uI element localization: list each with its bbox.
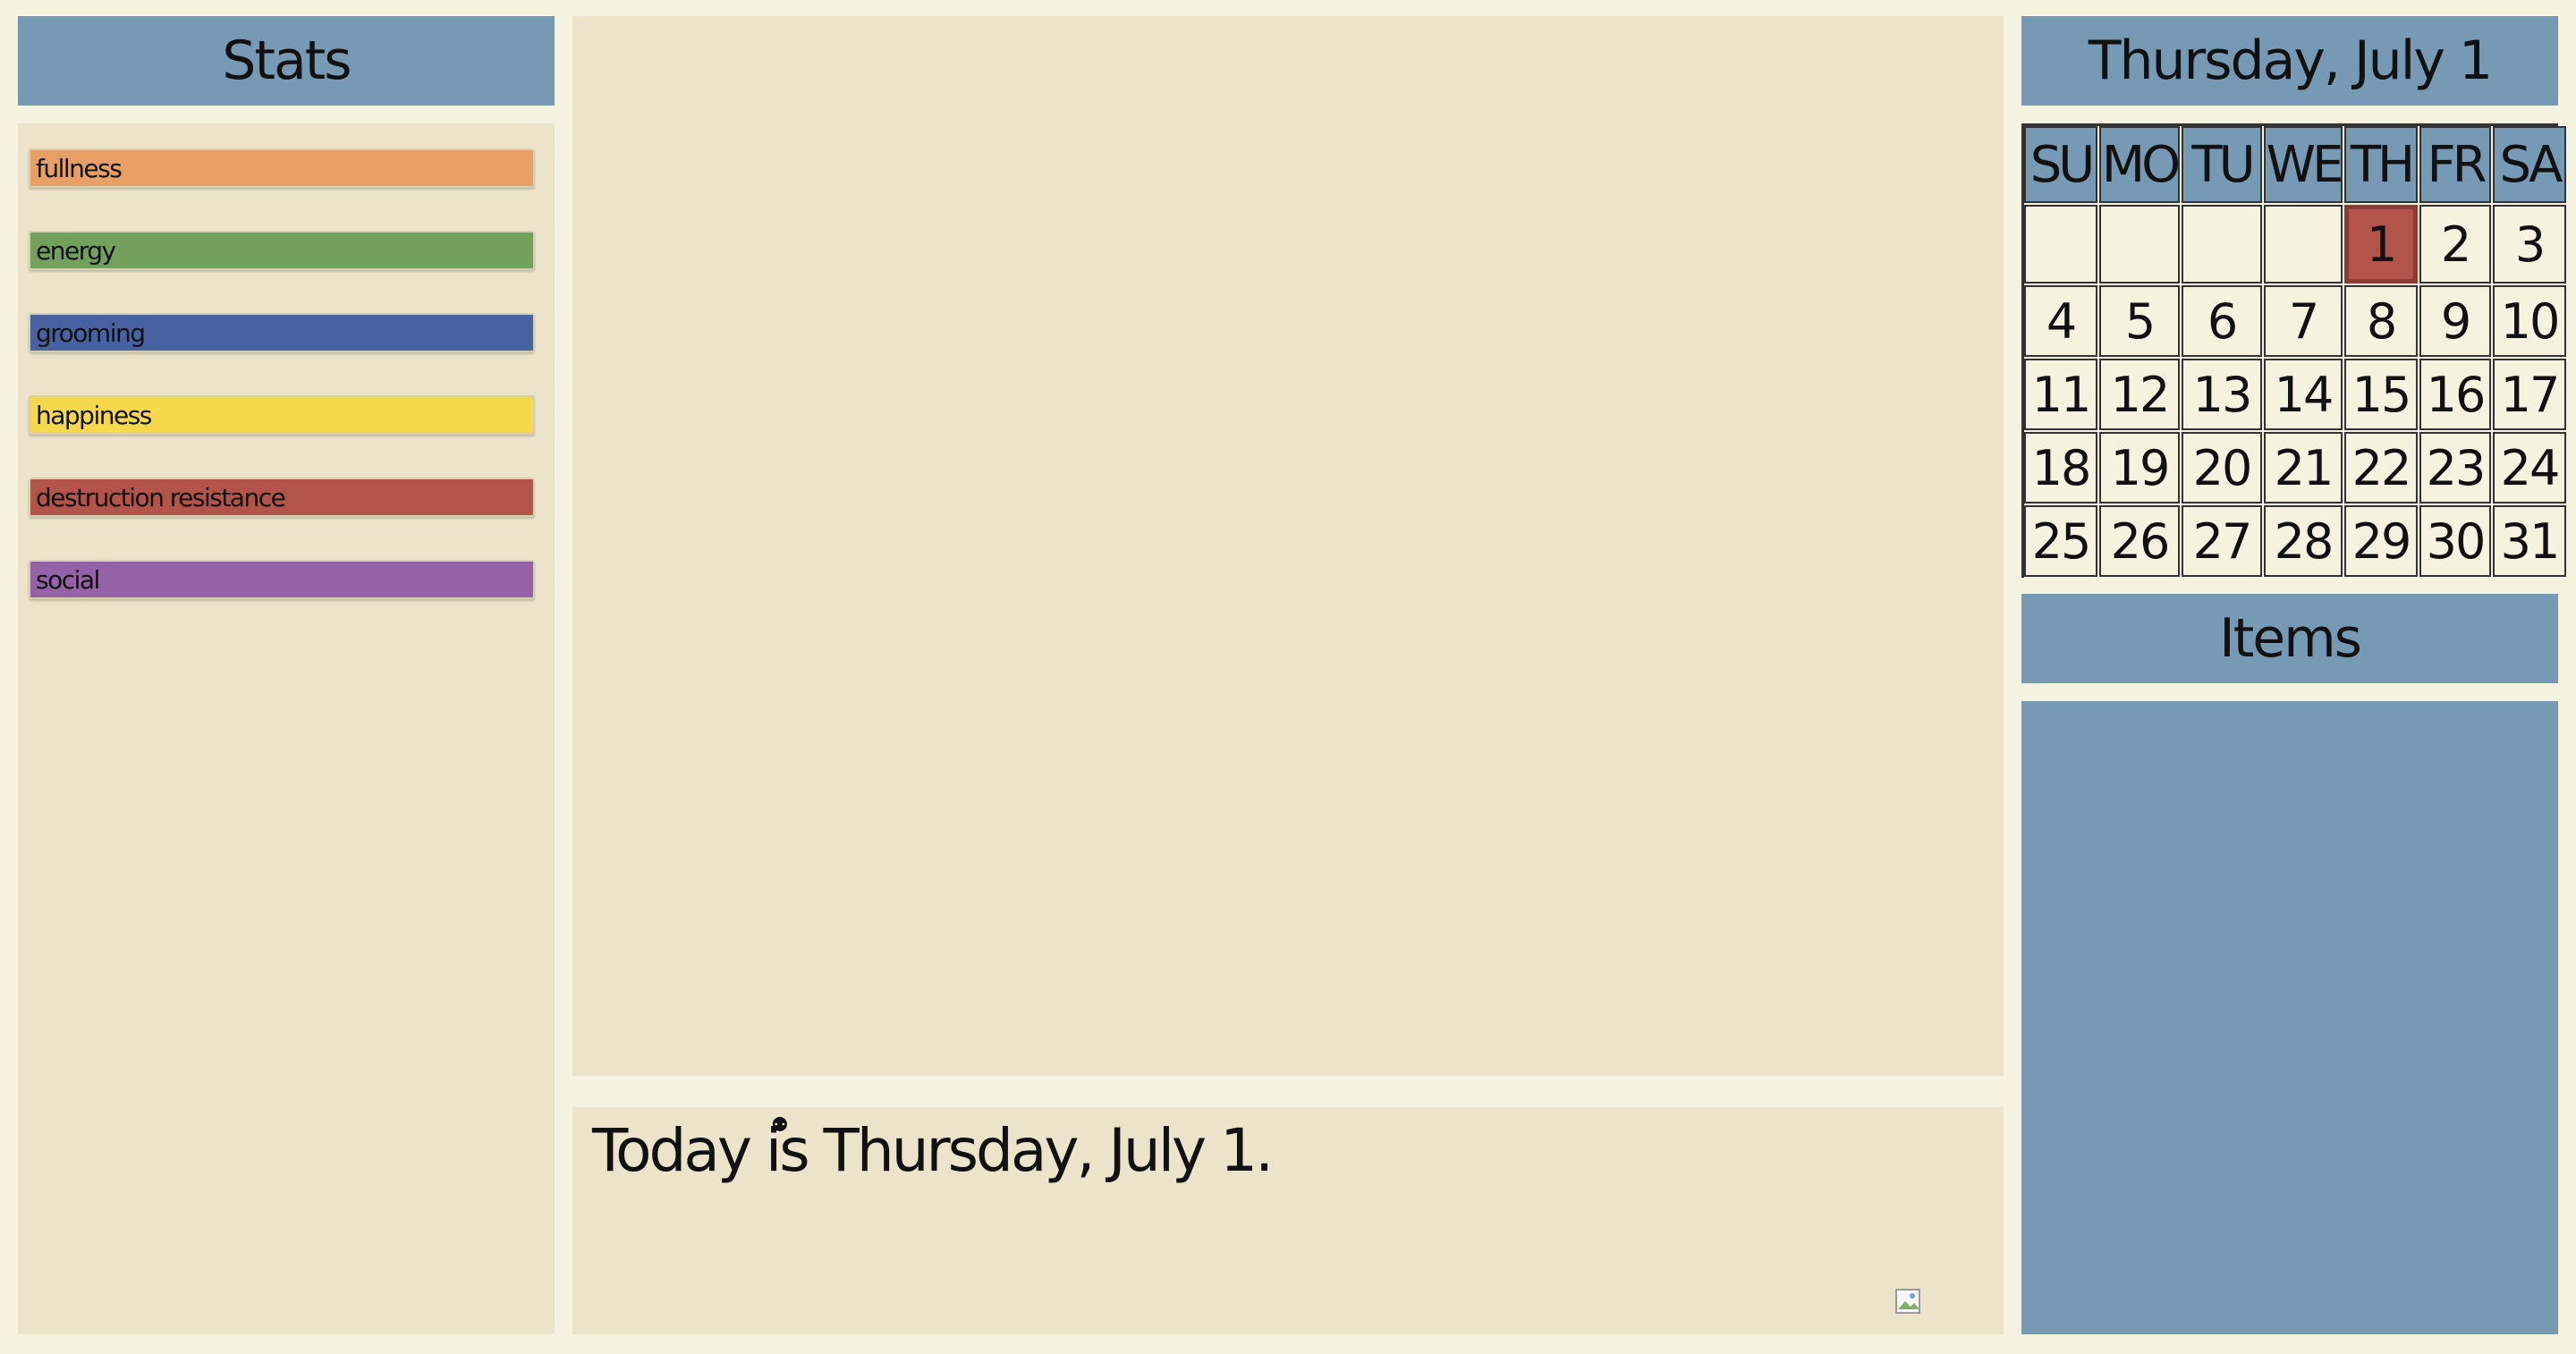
calendar-day-cell[interactable]: 22 (2344, 432, 2418, 504)
calendar-weekday: SA (2493, 126, 2566, 203)
calendar-day-cell[interactable]: 24 (2493, 432, 2566, 504)
stats-panel: fullness energy grooming happiness destructi… (18, 123, 555, 1334)
stat-bar-grooming: grooming (29, 313, 535, 352)
calendar-day-cell[interactable]: 29 (2344, 505, 2418, 577)
paw-icon: ⚉ (771, 1114, 789, 1137)
calendar-day-cell[interactable]: 23 (2419, 432, 2491, 504)
calendar-empty-cell (2024, 205, 2097, 283)
calendar-day-cell[interactable]: 8 (2344, 285, 2418, 357)
calendar-empty-cell (2099, 205, 2180, 283)
calendar-day-cell[interactable]: 12 (2099, 359, 2180, 430)
calendar-weekday: FR (2419, 126, 2491, 203)
items-title: Items (2021, 594, 2558, 683)
calendar-weekday: TH (2344, 126, 2418, 203)
calendar-day-cell[interactable]: 5 (2099, 285, 2180, 357)
calendar-day-cell[interactable]: 9 (2419, 285, 2491, 357)
calendar-weekday: TU (2182, 126, 2262, 203)
calendar-today-cell[interactable]: 1 (2344, 205, 2418, 283)
calendar-grid: SU MO TU WE TH FR SA 1 2 3 4 5 6 7 8 9 10 11 12 13 14 15 16 17 1… (2021, 123, 2566, 578)
stat-bar-happiness: happiness (29, 395, 535, 435)
items-panel[interactable] (2021, 701, 2558, 1334)
calendar-day-cell[interactable]: 20 (2182, 432, 2262, 504)
calendar-day-cell[interactable]: 16 (2419, 359, 2491, 430)
calendar-empty-cell (2264, 205, 2343, 283)
calendar-day-cell[interactable]: 14 (2264, 359, 2343, 430)
calendar-day-cell[interactable]: 2 (2419, 205, 2491, 283)
calendar-day-cell[interactable]: 10 (2493, 285, 2566, 357)
stat-bar-fullness: fullness (29, 148, 535, 188)
scene-area[interactable] (572, 16, 2004, 1076)
date-title: Thursday, July 1 (2021, 16, 2558, 106)
calendar-day-cell[interactable]: 4 (2024, 285, 2097, 357)
calendar-weekday: SU (2024, 126, 2097, 203)
calendar-day-cell[interactable]: 15 (2344, 359, 2418, 430)
calendar-weekday: WE (2264, 126, 2343, 203)
stat-bar-social: social (29, 560, 535, 599)
message-box: Today is Thursday, July 1. (572, 1107, 2004, 1334)
calendar-day-cell[interactable]: 30 (2419, 505, 2491, 577)
calendar-day-cell[interactable]: 19 (2099, 432, 2180, 504)
calendar-empty-cell (2182, 205, 2262, 283)
calendar-day-cell[interactable]: 25 (2024, 505, 2097, 577)
calendar-day-cell[interactable]: 6 (2182, 285, 2262, 357)
calendar-day-cell[interactable]: 21 (2264, 432, 2343, 504)
stat-bar-destruction-resistance: destruction resistance (29, 478, 535, 517)
calendar-weekday: MO (2099, 126, 2181, 203)
calendar-day-cell[interactable]: 17 (2493, 359, 2566, 430)
calendar-day-cell[interactable]: 18 (2024, 432, 2097, 504)
calendar-day-cell[interactable]: 3 (2493, 205, 2566, 283)
broken-image-icon (1895, 1289, 1920, 1314)
stat-bar-energy: energy (29, 231, 535, 270)
calendar-day-cell[interactable]: 11 (2024, 359, 2097, 430)
calendar-day-cell[interactable]: 26 (2099, 505, 2180, 577)
calendar-day-cell[interactable]: 27 (2182, 505, 2262, 577)
calendar-day-cell[interactable]: 31 (2493, 505, 2566, 577)
stats-title: Stats (18, 16, 555, 106)
message-text: Today is Thursday, July 1. (592, 1116, 1274, 1185)
calendar-day-cell[interactable]: 28 (2264, 505, 2343, 577)
calendar-day-cell[interactable]: 13 (2182, 359, 2262, 430)
calendar-day-cell[interactable]: 7 (2264, 285, 2343, 357)
